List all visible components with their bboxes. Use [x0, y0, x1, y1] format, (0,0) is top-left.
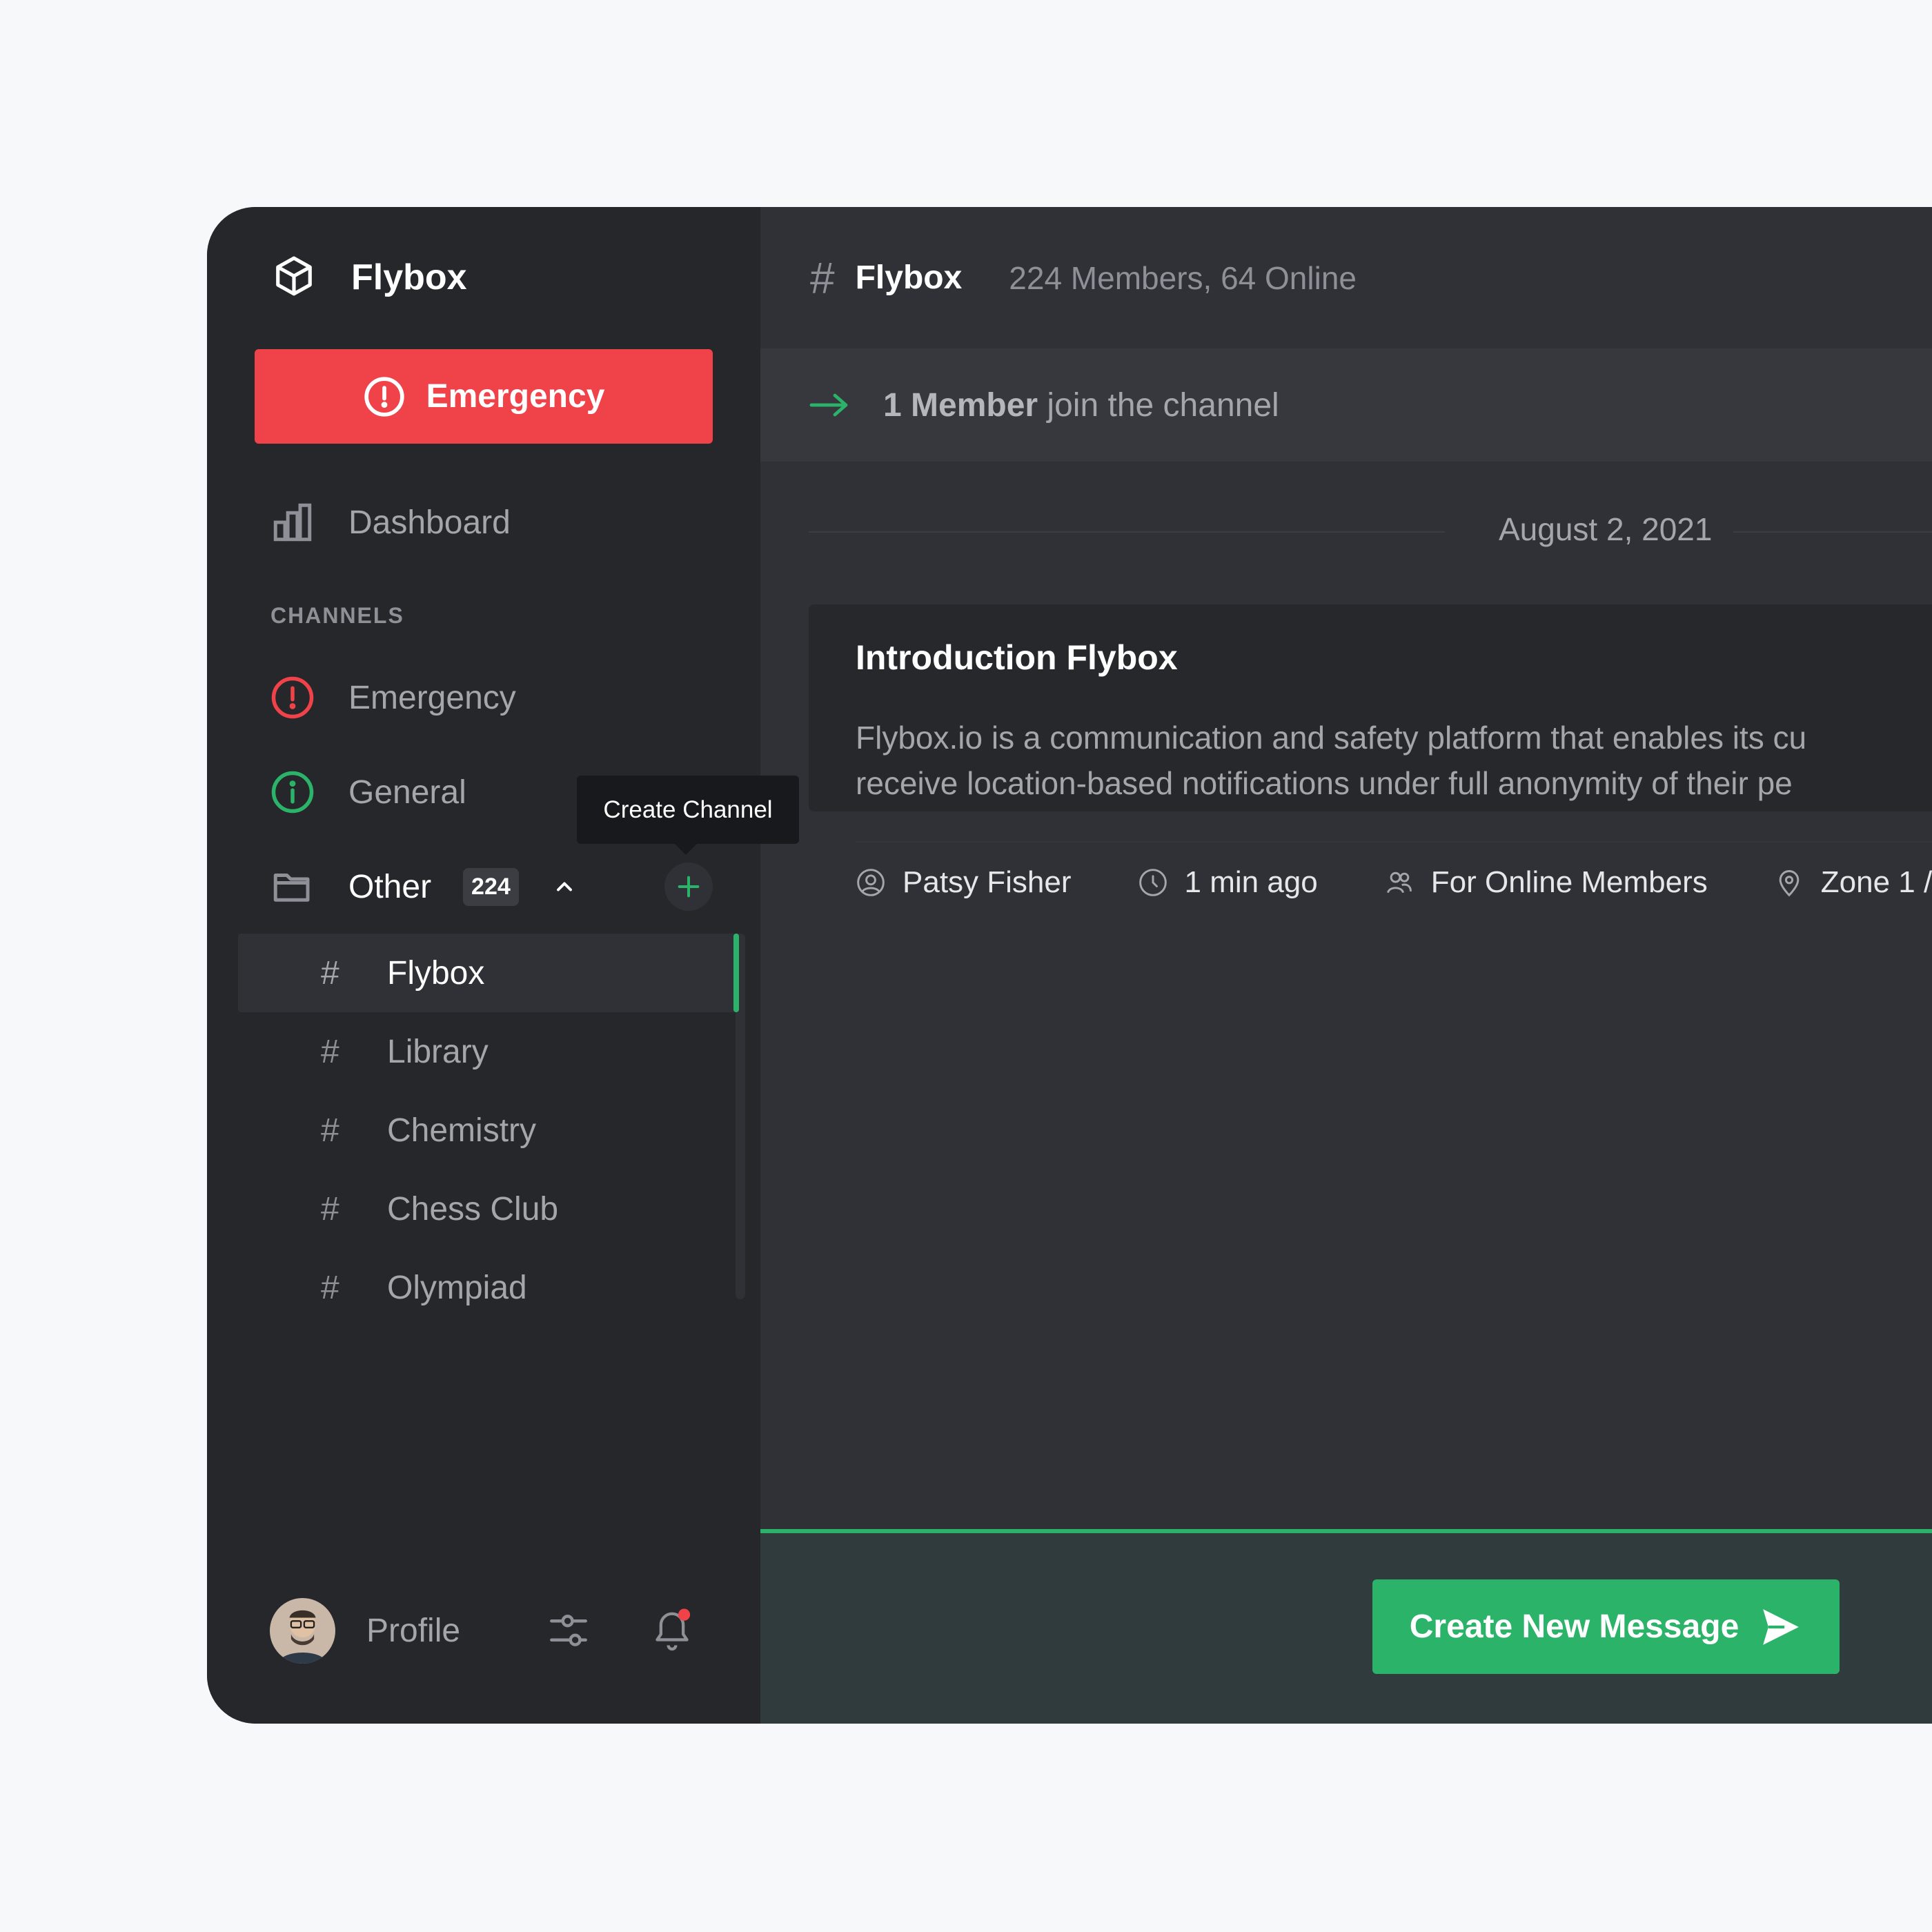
- users-icon: [1386, 871, 1412, 894]
- channel-count-badge: 224: [463, 867, 519, 906]
- date-divider: August 2, 2021: [809, 511, 1932, 552]
- notification-bell-icon[interactable]: [649, 1606, 695, 1655]
- sidebar-footer: Profile: [270, 1598, 725, 1664]
- profile-label[interactable]: Profile: [366, 1612, 460, 1650]
- message-body-line: receive location-based notifications und…: [856, 765, 1793, 801]
- message-meta: Patsy Fisher 1 min ago For Online Member…: [856, 865, 1932, 900]
- channel-group-label: Other: [348, 868, 432, 905]
- hash-icon: #: [321, 1190, 339, 1228]
- create-channel-button[interactable]: [664, 862, 713, 911]
- message-audience: For Online Members: [1430, 865, 1708, 899]
- notification-dot: [678, 1608, 691, 1621]
- bar-chart-icon: [273, 503, 312, 542]
- channel-item-chess-club[interactable]: # Chess Club: [238, 1170, 743, 1248]
- alert-circle-icon: [364, 376, 404, 417]
- meta-zone: Zone 1 / C: [1774, 865, 1932, 900]
- clock-icon: [1138, 869, 1167, 896]
- hash-icon: #: [321, 1033, 339, 1070]
- chevron-up-icon[interactable]: [551, 873, 578, 900]
- channel-general[interactable]: General: [270, 769, 466, 815]
- channel-item-olympiad[interactable]: # Olympiad: [238, 1248, 743, 1327]
- channel-item-chemistry[interactable]: # Chemistry: [238, 1091, 743, 1170]
- channel-group-other[interactable]: Other 224: [270, 856, 718, 918]
- folder-icon: [270, 864, 315, 909]
- channel-item-flybox[interactable]: # Flybox: [238, 934, 743, 1012]
- join-notification: 1 Member join the channel: [760, 348, 1932, 462]
- message-body: Flybox.io is a communication and safety …: [856, 715, 1932, 806]
- composer-bar: Create New Message: [760, 1529, 1932, 1724]
- channel-item-label: Flybox: [387, 954, 485, 992]
- info-circle-icon: [271, 771, 314, 814]
- date-label: August 2, 2021: [1499, 511, 1713, 547]
- hash-icon: #: [321, 1269, 339, 1306]
- nav-dashboard[interactable]: Dashboard: [270, 500, 511, 545]
- channels-section-label: CHANNELS: [270, 603, 404, 628]
- location-pin-icon: [1779, 870, 1800, 897]
- message-body-line: Flybox.io is a communication and safety …: [856, 720, 1807, 756]
- join-message: 1 Member join the channel: [883, 386, 1279, 424]
- author-name: Patsy Fisher: [903, 865, 1072, 899]
- user-circle-icon: [857, 869, 885, 896]
- brand[interactable]: Flybox: [273, 250, 467, 305]
- message-title: Introduction Flybox: [856, 638, 1178, 677]
- channel-emergency-label: Emergency: [348, 679, 516, 716]
- meta-author: Patsy Fisher: [856, 865, 1072, 900]
- settings-sliders-icon[interactable]: [546, 1608, 591, 1653]
- divider: [856, 841, 1932, 842]
- meta-audience: For Online Members: [1384, 865, 1708, 900]
- channel-emergency[interactable]: Emergency: [270, 675, 516, 720]
- hash-icon: #: [810, 253, 835, 303]
- emergency-button-label: Emergency: [426, 378, 605, 415]
- app-window: Flybox Emergency Dashboard CHANNELS Emer…: [207, 207, 1932, 1724]
- channel-member-count: 224 Members, 64 Online: [1009, 259, 1357, 296]
- main-panel: # Flybox 224 Members, 64 Online 1 Member…: [760, 207, 1932, 1724]
- message-time: 1 min ago: [1184, 865, 1318, 899]
- hash-icon: #: [321, 1112, 339, 1149]
- alert-circle-icon: [271, 676, 314, 719]
- channel-item-library[interactable]: # Library: [238, 1012, 743, 1091]
- join-count: 1 Member: [883, 386, 1038, 424]
- send-icon: [1763, 1608, 1800, 1645]
- cube-logo-icon: [273, 255, 315, 301]
- join-text: join the channel: [1038, 386, 1279, 424]
- brand-name: Flybox: [351, 257, 467, 297]
- nav-dashboard-label: Dashboard: [348, 504, 511, 541]
- sidebar: Flybox Emergency Dashboard CHANNELS Emer…: [207, 207, 799, 1724]
- create-new-message-label: Create New Message: [1409, 1608, 1739, 1645]
- meta-time: 1 min ago: [1138, 865, 1318, 900]
- channel-list: # Flybox # Library # Chemistry # Chess C…: [238, 934, 743, 1327]
- channel-header: # Flybox 224 Members, 64 Online: [760, 207, 1932, 348]
- emergency-button[interactable]: Emergency: [255, 349, 713, 444]
- create-channel-tooltip: Create Channel: [577, 776, 799, 855]
- channel-general-label: General: [348, 773, 466, 811]
- channel-item-label: Chemistry: [387, 1112, 537, 1149]
- arrow-right-icon: [809, 393, 848, 417]
- channel-item-label: Chess Club: [387, 1190, 559, 1228]
- hash-icon: #: [321, 954, 339, 992]
- channel-item-label: Library: [387, 1033, 489, 1070]
- plus-icon: [678, 876, 700, 898]
- avatar[interactable]: [270, 1598, 335, 1664]
- channel-item-label: Olympiad: [387, 1269, 527, 1306]
- message-zone: Zone 1 / C: [1820, 865, 1932, 899]
- create-new-message-button[interactable]: Create New Message: [1372, 1579, 1840, 1674]
- message-card[interactable]: Introduction Flybox Flybox.io is a commu…: [809, 604, 1932, 899]
- channel-title: Flybox: [855, 259, 963, 296]
